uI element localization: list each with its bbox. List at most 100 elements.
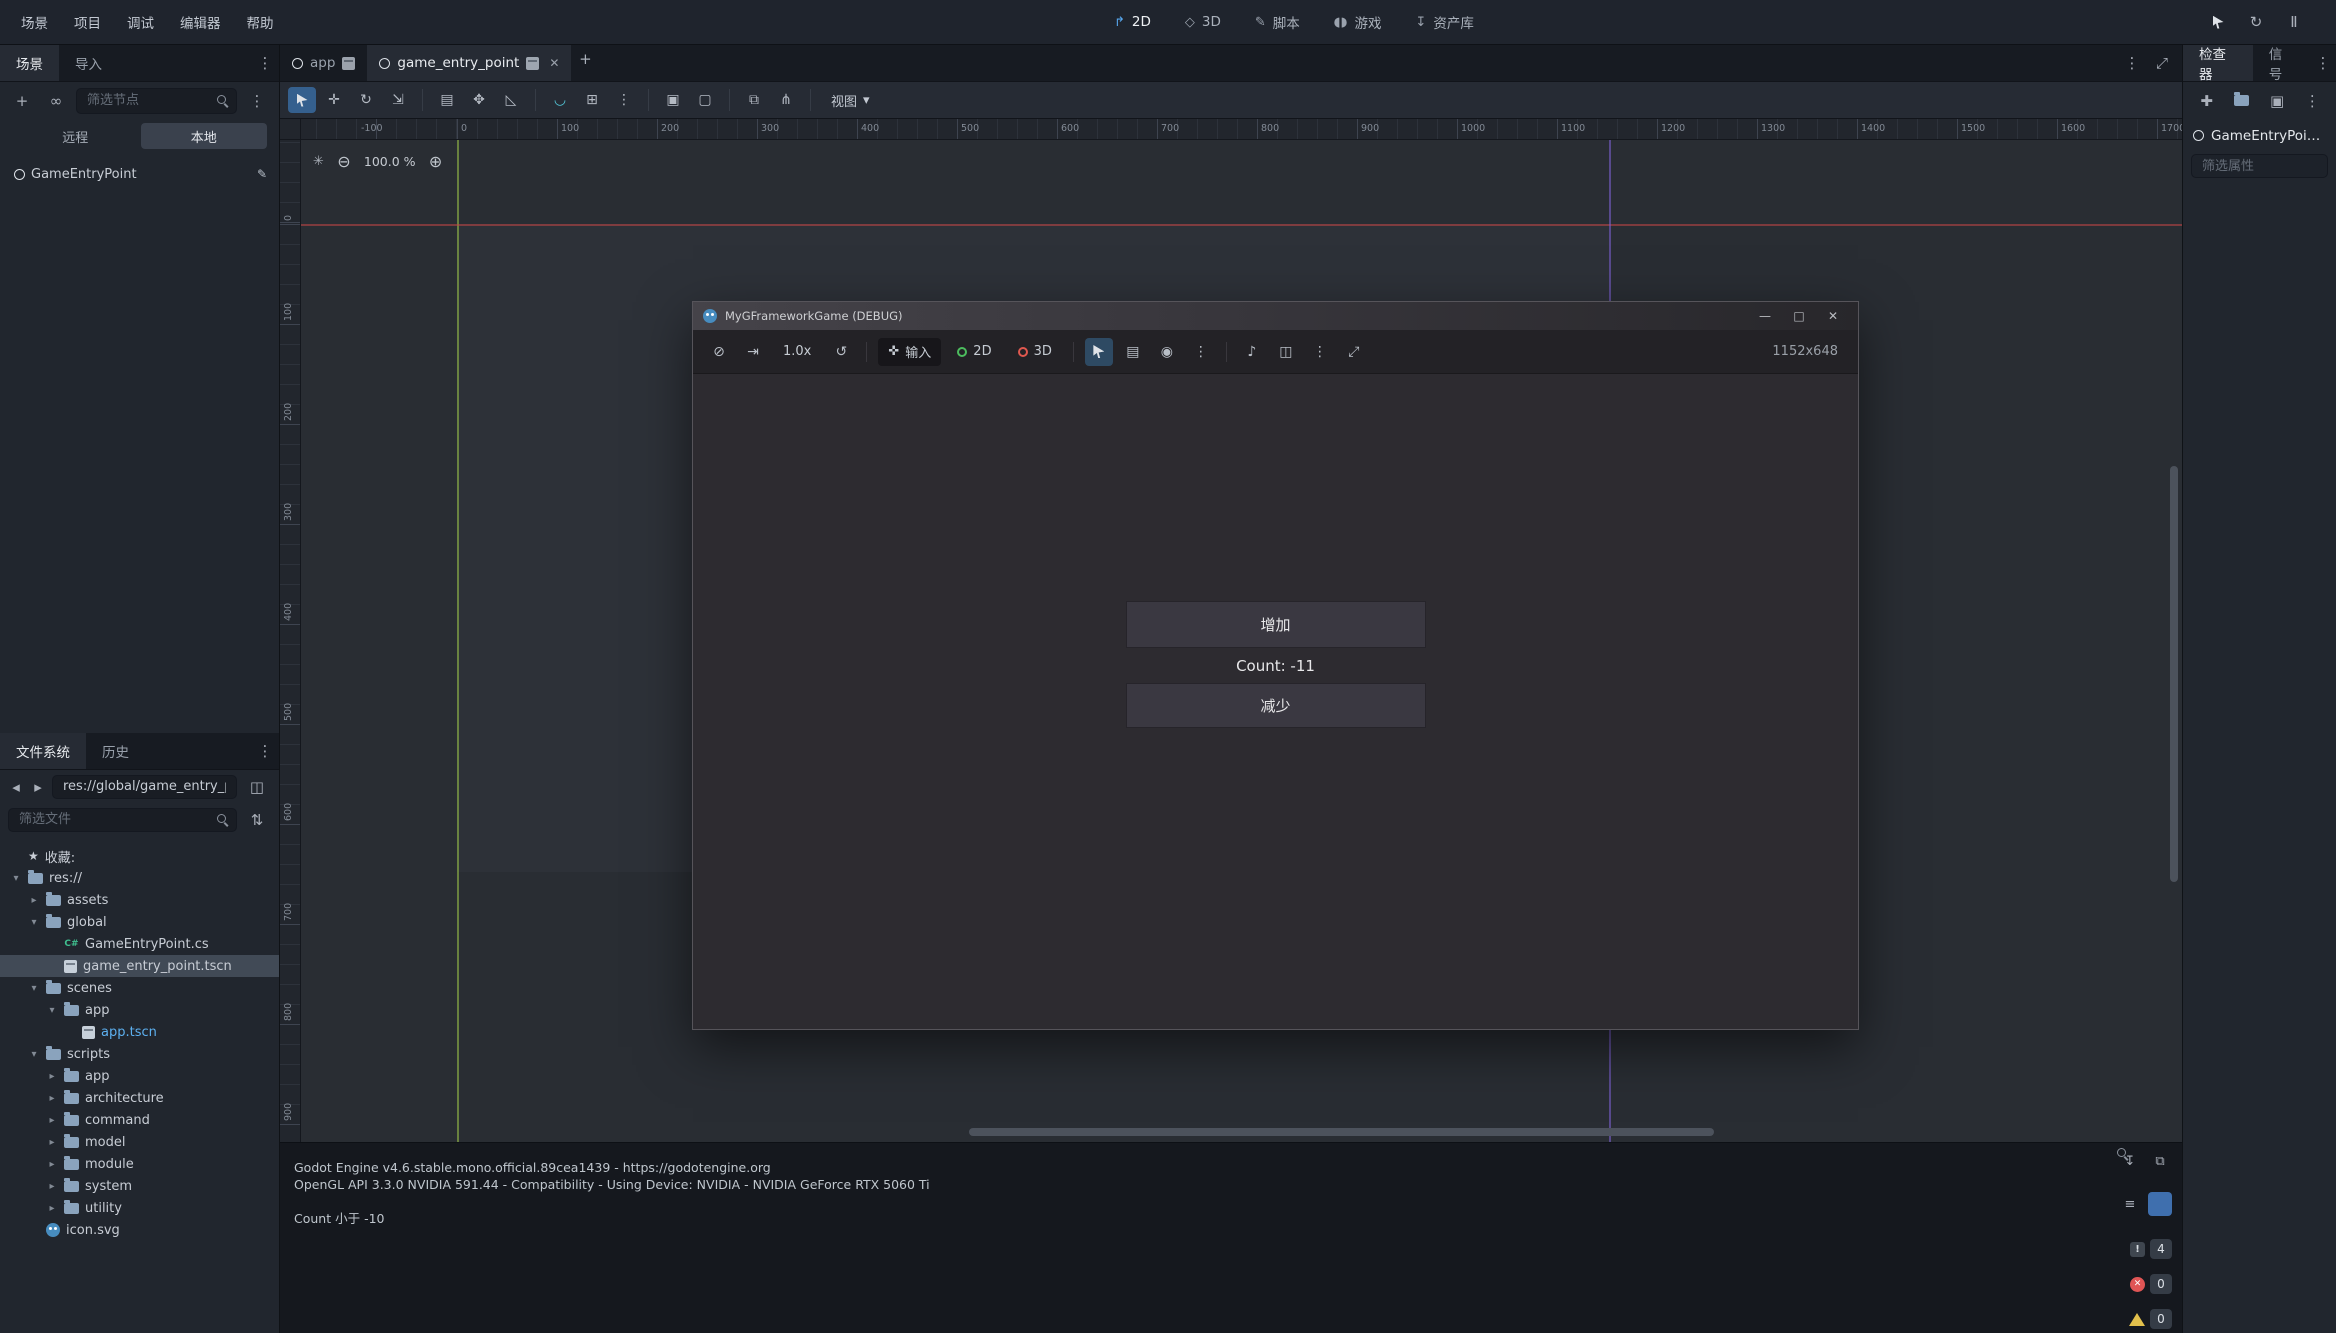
- menubar-menu[interactable]: 场景: [8, 0, 61, 44]
- chevron-right-icon[interactable]: ▸: [46, 1181, 58, 1192]
- context-tab-游戏[interactable]: ◖◗游戏: [1320, 6, 1396, 38]
- options-menu-button[interactable]: ⋮: [1306, 338, 1334, 366]
- vertical-scrollbar[interactable]: [2170, 466, 2178, 882]
- ruler-tool[interactable]: ◺: [497, 87, 525, 113]
- menubar-menu[interactable]: 调试: [114, 0, 167, 44]
- view-menu-button[interactable]: 视图▾: [821, 91, 880, 110]
- group-button[interactable]: ⧉: [740, 87, 768, 113]
- file-tree-item[interactable]: ▾global: [0, 911, 279, 933]
- inspector-node-row[interactable]: GameEntryPoint...: [2183, 119, 2336, 152]
- visibility-button[interactable]: ◉: [1153, 338, 1181, 366]
- context-tab-资产库[interactable]: ↧资产库: [1401, 6, 1487, 38]
- chevron-right-icon[interactable]: ▸: [28, 895, 40, 906]
- chevron-right-icon[interactable]: ▸: [46, 1203, 58, 1214]
- split-view-button[interactable]: ◫: [243, 773, 271, 801]
- chevron-right-icon[interactable]: ▸: [46, 1137, 58, 1148]
- collapse-button[interactable]: ≡: [2118, 1192, 2142, 1216]
- filesystem-dock-tab-menu-button[interactable]: ⋮: [251, 737, 279, 765]
- file-tree-item[interactable]: ★收藏:: [0, 845, 279, 867]
- file-tree-item[interactable]: ▸system: [0, 1175, 279, 1197]
- chevron-down-icon[interactable]: ▾: [28, 1049, 40, 1060]
- file-tree-item[interactable]: ▸model: [0, 1131, 279, 1153]
- close-button[interactable]: ✕: [1818, 305, 1848, 327]
- select-mode-button[interactable]: [1085, 338, 1113, 366]
- scale-tool[interactable]: ⇲: [384, 87, 412, 113]
- file-tree-item[interactable]: ▸utility: [0, 1197, 279, 1219]
- scene-tab-menu-button[interactable]: ⋮: [2118, 49, 2146, 77]
- file-tree-item[interactable]: ▸module: [0, 1153, 279, 1175]
- inspector-tab-menu-button[interactable]: ⋮: [2310, 49, 2336, 77]
- distraction-free-button[interactable]: ⤢: [2148, 49, 2176, 77]
- resource-menu-button[interactable]: ⋮: [2299, 87, 2326, 115]
- forward-icon[interactable]: ▸: [30, 773, 46, 801]
- zoom-level[interactable]: 100.0 %: [364, 154, 416, 169]
- file-tree-item[interactable]: game_entry_point.tscn: [0, 955, 279, 977]
- scene-tab-app[interactable]: app: [280, 45, 367, 81]
- chevron-down-icon[interactable]: ▾: [28, 983, 40, 994]
- 3d-mode-button[interactable]: 3D: [1008, 338, 1062, 366]
- zoom-out-button[interactable]: ⊖: [333, 150, 355, 172]
- audio-mute-button[interactable]: ♪: [1238, 338, 1266, 366]
- add-node-button[interactable]: +: [8, 87, 36, 115]
- pause-button[interactable]: Ⅱ: [2280, 8, 2308, 36]
- remote-tab[interactable]: 远程: [12, 123, 139, 149]
- camera-override-button[interactable]: ◫: [1272, 338, 1300, 366]
- file-tree-item[interactable]: icon.svg: [0, 1219, 279, 1241]
- fullscreen-button[interactable]: ⤢: [1340, 338, 1368, 366]
- chevron-right-icon[interactable]: ▸: [46, 1071, 58, 1082]
- file-tree-item[interactable]: app.tscn: [0, 1021, 279, 1043]
- file-tree-item[interactable]: ▸architecture: [0, 1087, 279, 1109]
- file-tree-item[interactable]: ▸app: [0, 1065, 279, 1087]
- inspector-tab-信号[interactable]: 信号: [2253, 45, 2310, 81]
- filesystem-dock-tab-历史[interactable]: 历史: [86, 733, 145, 769]
- minimize-button[interactable]: —: [1750, 305, 1780, 327]
- chevron-right-icon[interactable]: ▸: [46, 1159, 58, 1170]
- chevron-right-icon[interactable]: ▸: [46, 1115, 58, 1126]
- input-mode-button[interactable]: ✜输入: [878, 338, 941, 366]
- center-view-icon[interactable]: ✳: [313, 154, 324, 169]
- smart-snap-toggle[interactable]: ◡: [546, 87, 574, 113]
- speed-selector[interactable]: 1.0x: [773, 338, 821, 366]
- unlock-button[interactable]: ▢: [691, 87, 719, 113]
- sort-files-button[interactable]: ⇅: [243, 806, 271, 834]
- suspend-button[interactable]: ⊘: [705, 338, 733, 366]
- 2d-mode-button[interactable]: 2D: [947, 338, 1001, 366]
- back-icon[interactable]: ◂: [8, 773, 24, 801]
- scene-tab-game_entry_point[interactable]: game_entry_point✕: [367, 45, 571, 81]
- snap-options-menu[interactable]: ⋮: [610, 87, 638, 113]
- game-window[interactable]: MyGFrameworkGame (DEBUG) —□✕ ⊘⇥1.0x↺ ✜输入2…: [693, 302, 1858, 1029]
- next-frame-button[interactable]: ⇥: [739, 338, 767, 366]
- rotate-tool[interactable]: ↻: [352, 87, 380, 113]
- inspector-tab-检查器[interactable]: 检查器: [2183, 45, 2253, 81]
- filter-properties-input[interactable]: [2191, 154, 2328, 178]
- restart-button[interactable]: ↻: [2242, 8, 2270, 36]
- lock-button[interactable]: ▣: [659, 87, 687, 113]
- scene-dock-tab-导入[interactable]: 导入: [59, 45, 118, 81]
- game-window-titlebar[interactable]: MyGFrameworkGame (DEBUG) —□✕: [693, 302, 1858, 330]
- chevron-right-icon[interactable]: ▸: [46, 1093, 58, 1104]
- list-mode-button[interactable]: ▤: [1119, 338, 1147, 366]
- file-tree-item[interactable]: ▾app: [0, 999, 279, 1021]
- zoom-in-button[interactable]: ⊕: [425, 150, 447, 172]
- menubar-menu[interactable]: 帮助: [234, 0, 287, 44]
- menubar-menu[interactable]: 编辑器: [167, 0, 234, 44]
- warning-count[interactable]: 0: [2116, 1307, 2172, 1331]
- chevron-down-icon[interactable]: ▾: [46, 1005, 58, 1016]
- increase-button[interactable]: 增加: [1126, 601, 1426, 648]
- file-tree-item[interactable]: ▾res://: [0, 867, 279, 889]
- filesystem-dock-tab-文件系统[interactable]: 文件系统: [0, 733, 86, 769]
- move-tool[interactable]: ✛: [320, 87, 348, 113]
- local-tab[interactable]: 本地: [141, 123, 268, 149]
- maximize-button[interactable]: □: [1784, 305, 1814, 327]
- skeleton-menu[interactable]: ⋔: [772, 87, 800, 113]
- reset-speed-button[interactable]: ↺: [827, 338, 855, 366]
- pan-tool[interactable]: ✥: [465, 87, 493, 113]
- file-tree-item[interactable]: ▸assets: [0, 889, 279, 911]
- file-tree-item[interactable]: C#GameEntryPoint.cs: [0, 933, 279, 955]
- load-resource-button[interactable]: [2228, 87, 2255, 115]
- file-tree-item[interactable]: ▾scripts: [0, 1043, 279, 1065]
- file-tree-item[interactable]: ▸command: [0, 1109, 279, 1131]
- scene-tree-root-node[interactable]: GameEntryPoint ✎: [0, 163, 279, 185]
- context-tab-脚本[interactable]: ✎脚本: [1241, 6, 1314, 38]
- copy-log-button[interactable]: ⧉: [2148, 1149, 2172, 1173]
